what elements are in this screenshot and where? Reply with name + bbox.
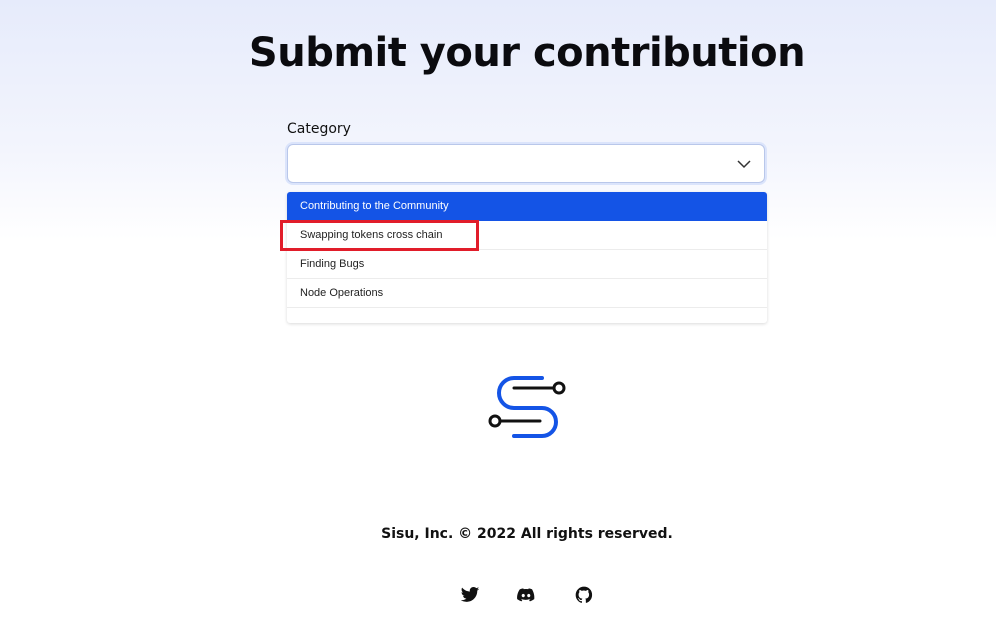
discord-icon[interactable] xyxy=(516,585,536,605)
twitter-icon[interactable] xyxy=(460,585,480,605)
page-title: Submit your contribution xyxy=(248,30,806,76)
category-label: Category xyxy=(287,121,351,137)
option-contributing-to-community[interactable]: Contributing to the Community xyxy=(287,192,767,221)
option-finding-bugs[interactable]: Finding Bugs xyxy=(287,250,767,279)
chevron-down-icon xyxy=(737,160,751,169)
option-node-operations[interactable]: Node Operations xyxy=(287,279,767,308)
footer-copyright: Sisu, Inc. © 2022 All rights reserved. xyxy=(381,526,673,542)
category-dropdown-list: Contributing to the Community Swapping t… xyxy=(287,192,767,323)
option-swapping-tokens-cross-chain[interactable]: Swapping tokens cross chain xyxy=(287,221,767,250)
category-select[interactable] xyxy=(287,144,765,183)
github-icon[interactable] xyxy=(574,585,594,605)
sisu-logo-icon xyxy=(488,376,566,438)
